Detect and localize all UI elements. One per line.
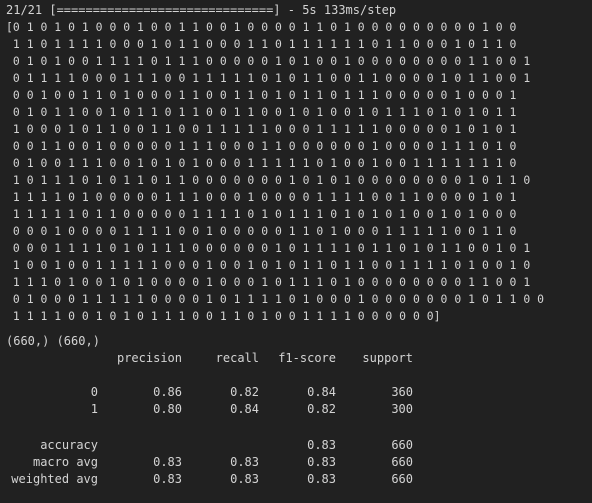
prediction-row: 1 0 0 1 0 0 1 1 1 1 1 0 0 0 1 0 0 1 0 1 … (6, 258, 531, 272)
row-precision: 0.86 (153, 385, 182, 399)
header-support: support (362, 351, 413, 365)
prediction-row: 1 1 1 1 0 0 1 0 1 0 1 1 1 0 0 1 1 0 1 0 … (6, 309, 441, 323)
row-recall: 0.84 (230, 402, 259, 416)
row-recall: 0.83 (230, 472, 259, 486)
prediction-row: 0 0 1 1 0 0 1 0 0 0 0 0 1 1 1 0 0 0 1 1 … (6, 139, 517, 153)
header-precision: precision (116, 351, 182, 365)
row-precision: 0.83 (153, 472, 182, 486)
prediction-row: 1 1 0 1 1 1 1 0 0 0 1 0 1 1 0 0 0 1 1 0 … (6, 37, 517, 51)
row-f1: 0.83 (307, 472, 336, 486)
row-recall (188, 437, 259, 454)
header-recall: recall (215, 351, 259, 365)
row-precision: 0.80 (153, 402, 182, 416)
row-support: 660 (391, 472, 413, 486)
prediction-row: 1 1 1 1 0 1 0 0 0 0 0 1 1 1 0 0 0 1 0 0 … (6, 190, 517, 204)
prediction-row: 0 1 0 0 1 1 1 0 0 1 0 1 0 1 0 0 0 1 1 1 … (6, 156, 517, 170)
prediction-row: 0 1 1 1 1 0 0 0 1 1 1 0 0 1 1 1 1 1 0 1 … (6, 71, 531, 85)
prediction-row: 0 0 0 1 0 0 0 0 1 1 1 1 0 0 1 0 0 0 0 0 … (6, 224, 517, 238)
shapes-line: (660,) (660,) (6, 334, 100, 348)
prediction-row: 1 1 1 1 1 0 1 1 0 0 0 0 0 1 1 1 1 0 1 0 … (6, 207, 517, 221)
row-recall: 0.82 (230, 385, 259, 399)
row-label: macro avg (32, 455, 98, 469)
progress-line: 21/21 [==============================] -… (6, 3, 397, 17)
prediction-row: 0 1 0 1 0 0 1 1 1 1 0 1 1 1 0 0 0 0 0 1 … (6, 54, 531, 68)
row-support: 660 (391, 455, 413, 469)
row-f1: 0.83 (307, 438, 336, 452)
row-recall: 0.83 (230, 455, 259, 469)
prediction-row: 0 1 0 1 1 0 0 1 0 1 1 0 1 1 0 0 1 1 0 0 … (6, 105, 517, 119)
prediction-row: [0 1 0 1 0 1 0 0 0 1 0 0 1 1 0 0 1 0 0 0… (6, 20, 517, 34)
prediction-row: 0 0 1 0 0 1 1 0 1 0 0 0 1 1 0 0 1 1 0 1 … (6, 88, 517, 102)
prediction-row: 1 1 1 0 1 0 0 1 0 1 0 0 0 0 1 0 0 0 1 0 … (6, 275, 531, 289)
prediction-row: 0 1 0 0 0 1 1 1 1 1 0 0 0 0 1 0 1 1 1 1 … (6, 292, 545, 306)
prediction-row: 1 0 1 1 1 0 1 0 1 1 0 1 1 0 0 0 0 0 0 0 … (6, 173, 531, 187)
row-label: weighted avg (11, 472, 98, 486)
row-label: 1 (90, 402, 98, 416)
row-support: 660 (391, 438, 413, 452)
row-precision (100, 437, 182, 454)
row-f1: 0.84 (307, 385, 336, 399)
row-support: 360 (391, 385, 413, 399)
row-label: 0 (90, 385, 98, 399)
row-label: accuracy (40, 438, 98, 452)
row-f1: 0.83 (307, 455, 336, 469)
notebook-output-panel: 21/21 [==============================] -… (0, 0, 592, 503)
row-precision: 0.83 (153, 455, 182, 469)
row-support: 300 (391, 402, 413, 416)
prediction-row: 0 0 0 1 1 1 1 0 1 0 1 1 1 0 0 0 0 0 0 1 … (6, 241, 531, 255)
header-f1-score: f1-score (278, 351, 336, 365)
row-f1: 0.82 (307, 402, 336, 416)
prediction-row: 1 0 0 0 1 0 1 1 0 0 1 1 0 0 1 1 1 1 1 0 … (6, 122, 517, 136)
